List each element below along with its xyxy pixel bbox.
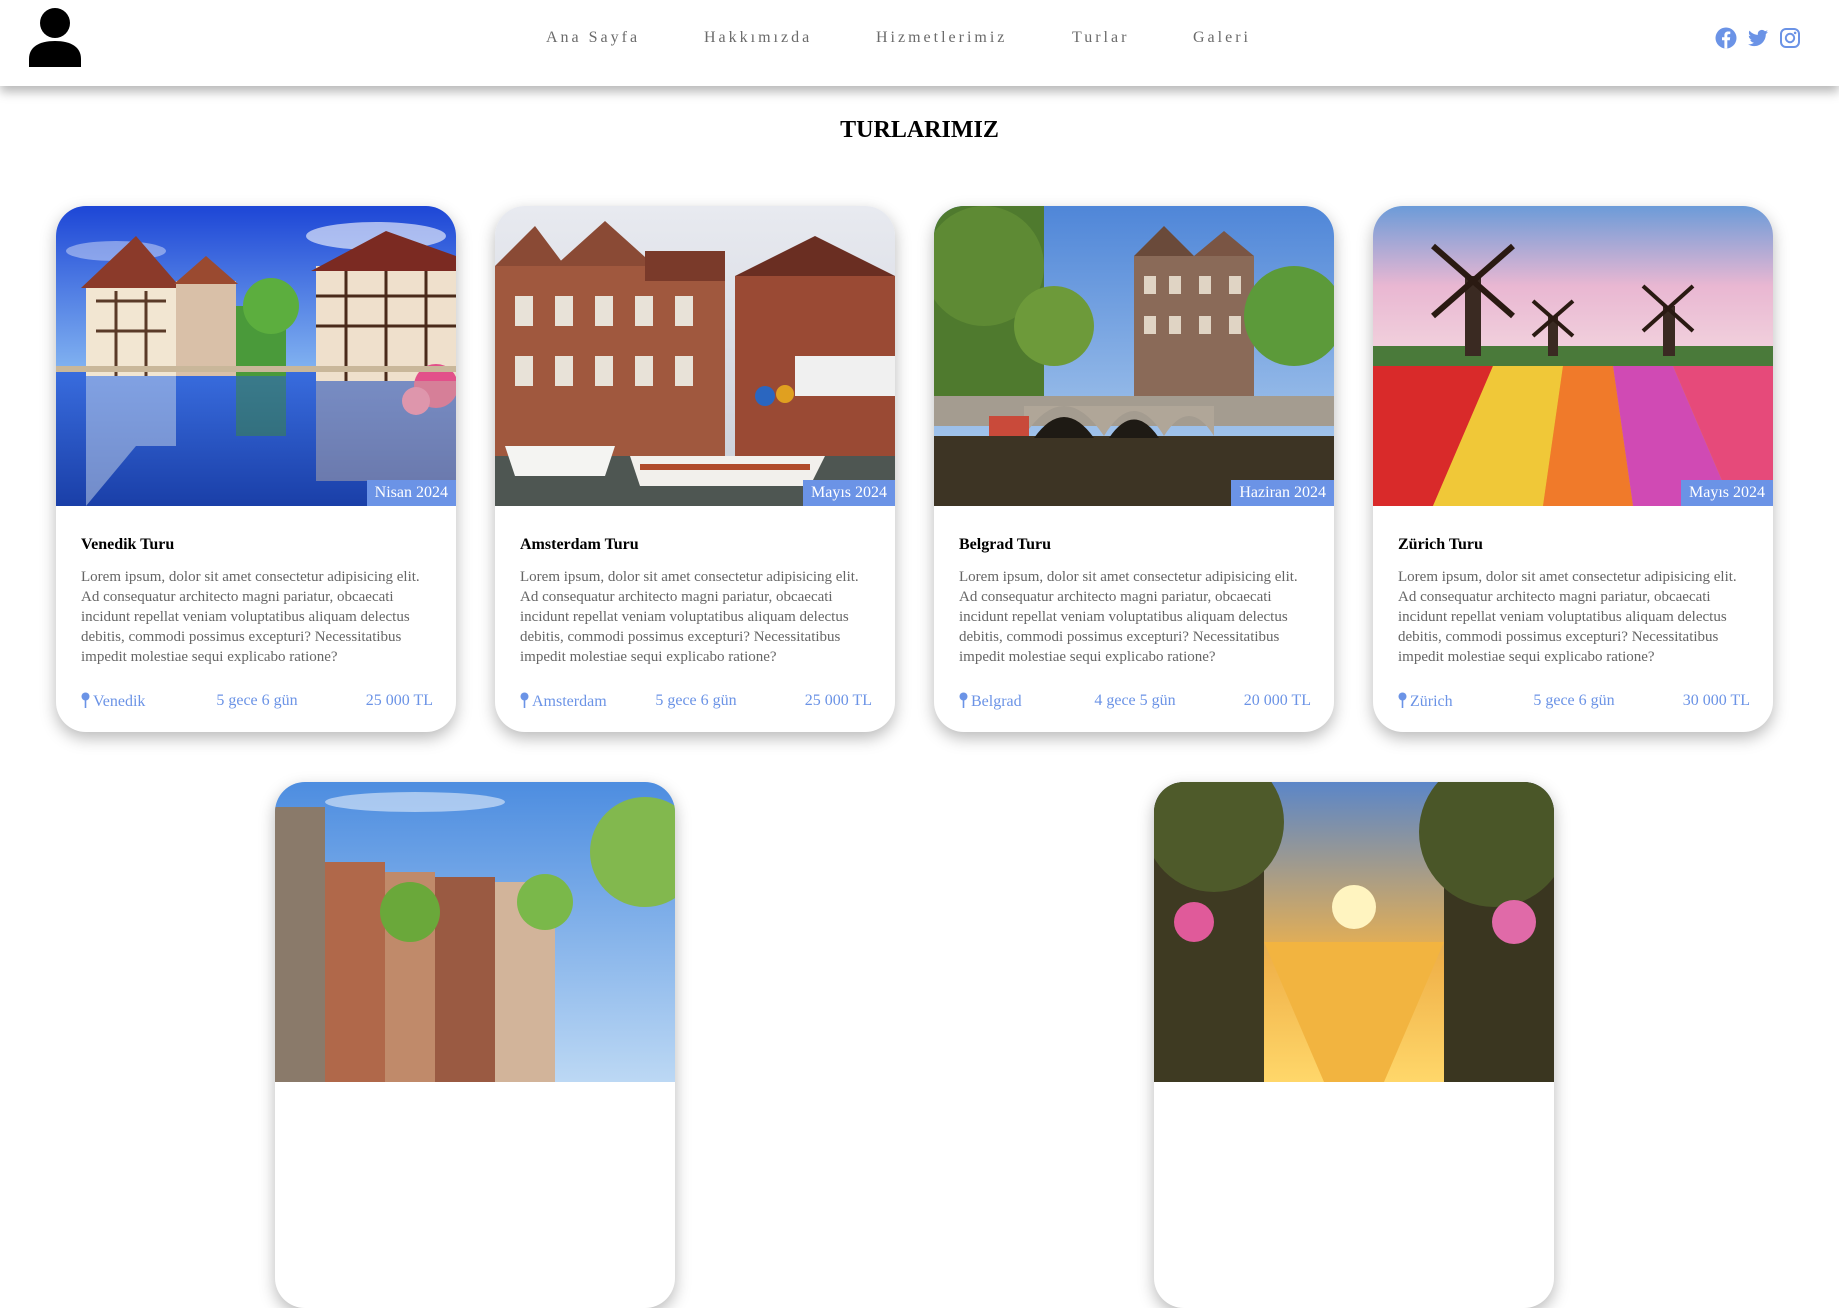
nav-link-hizmetlerimiz[interactable]: Hizmetlerimiz xyxy=(876,29,1007,47)
tour-date-badge: Mayıs 2024 xyxy=(1681,480,1773,506)
tour-date-badge: Mayıs 2024 xyxy=(803,480,895,506)
tour-image-amsterdam xyxy=(495,206,895,506)
tour-image-zurich xyxy=(1373,206,1773,506)
tour-card-5[interactable] xyxy=(275,782,675,1308)
tour-card-amsterdam[interactable]: Mayıs 2024 Amsterdam Turu Lorem ipsum, d… xyxy=(495,206,895,732)
tour-price: 25 000 TL xyxy=(365,692,433,709)
tour-image-6 xyxy=(1154,782,1554,1082)
tour-description: Lorem ipsum, dolor sit amet consectetur … xyxy=(520,569,859,665)
tour-description: Lorem ipsum, dolor sit amet consectetur … xyxy=(959,569,1298,665)
social-links xyxy=(1715,27,1801,49)
tour-title[interactable]: Venedik Turu xyxy=(81,536,174,554)
tour-price: 30 000 TL xyxy=(1682,692,1750,709)
tour-image-belgrad xyxy=(934,206,1334,506)
tour-title[interactable]: Zürich Turu xyxy=(1398,536,1483,554)
tour-card-venedik[interactable]: Nisan 2024 Venedik Turu Lorem ipsum, dol… xyxy=(56,206,456,732)
facebook-icon[interactable] xyxy=(1715,27,1737,49)
tour-footer: Zürich 5 gece 6 gün 30 000 TL xyxy=(1398,692,1750,714)
tour-title[interactable]: Amsterdam Turu xyxy=(520,536,639,554)
tour-price: 25 000 TL xyxy=(804,692,872,709)
tour-footer: Venedik 5 gece 6 gün 25 000 TL xyxy=(81,692,433,714)
tour-image-venedik xyxy=(56,206,456,506)
twitter-icon[interactable] xyxy=(1747,27,1769,49)
navbar: Ana Sayfa Hakkımızda Hizmetlerimiz Turla… xyxy=(0,0,1839,86)
nav-link-turlar[interactable]: Turlar xyxy=(1072,29,1129,47)
tour-date-badge: Nisan 2024 xyxy=(366,480,456,506)
tour-footer: Belgrad 4 gece 5 gün 20 000 TL xyxy=(959,692,1311,714)
nav-link-ana-sayfa[interactable]: Ana Sayfa xyxy=(546,29,640,47)
tour-card-belgrad[interactable]: Haziran 2024 Belgrad Turu Lorem ipsum, d… xyxy=(934,206,1334,732)
tour-description: Lorem ipsum, dolor sit amet consectetur … xyxy=(81,569,420,665)
tour-card-zurich[interactable]: Mayıs 2024 Zürich Turu Lorem ipsum, dolo… xyxy=(1373,206,1773,732)
tour-title[interactable]: Belgrad Turu xyxy=(959,536,1051,554)
tour-card-6[interactable] xyxy=(1154,782,1554,1308)
tour-image-5 xyxy=(275,782,675,1082)
tour-description: Lorem ipsum, dolor sit amet consectetur … xyxy=(1398,569,1737,665)
tour-price: 20 000 TL xyxy=(1243,692,1311,709)
main-nav: Ana Sayfa Hakkımızda Hizmetlerimiz Turla… xyxy=(0,29,1839,53)
tour-footer: Amsterdam 5 gece 6 gün 25 000 TL xyxy=(520,692,872,714)
page-title: TURLARIMIZ xyxy=(840,117,999,143)
nav-link-hakkimizda[interactable]: Hakkımızda xyxy=(704,29,812,47)
tour-date-badge: Haziran 2024 xyxy=(1231,480,1334,506)
instagram-icon[interactable] xyxy=(1779,27,1801,49)
nav-link-galeri[interactable]: Galeri xyxy=(1193,29,1251,47)
